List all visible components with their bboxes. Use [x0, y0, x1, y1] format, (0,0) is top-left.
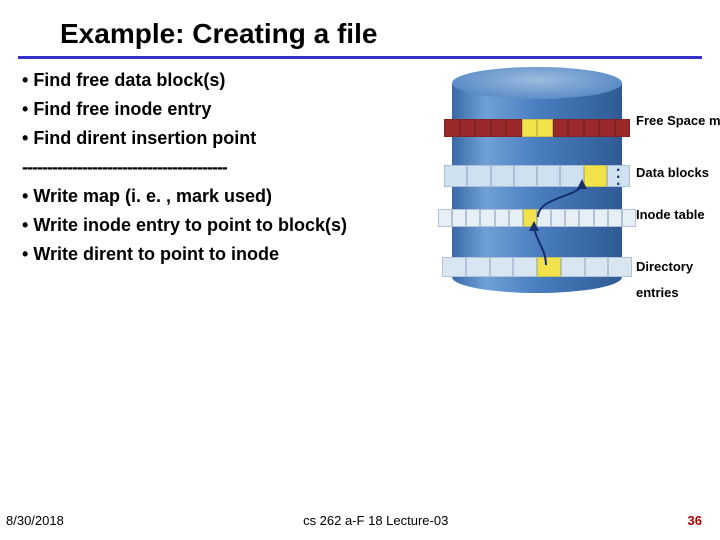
label-directory: Directory [636, 259, 693, 274]
bullet-item: Find free inode entry [22, 96, 452, 123]
bullet-item: Write map (i. e. , mark used) [22, 183, 452, 210]
divider: ----------------------------------------… [22, 154, 452, 181]
label-entries: entries [636, 285, 679, 300]
label-free-space-map: Free Space map [636, 113, 720, 128]
slide-content: Find free data block(s) Find free inode … [0, 59, 720, 327]
bullet-item: Write dirent to point to inode [22, 241, 452, 268]
footer-center: cs 262 a-F 18 Lecture-03 [303, 513, 448, 528]
free-space-map-row [444, 119, 630, 137]
ellipsis-icon: ... [616, 163, 620, 184]
bullet-item: Find free data block(s) [22, 67, 452, 94]
slide-header: Example: Creating a file [0, 0, 720, 50]
slide-footer: 8/30/2018 cs 262 a-F 18 Lecture-03 36 [0, 513, 720, 528]
disk-diagram: ... Free Space map Data blocks Inode tab… [452, 67, 706, 327]
label-inode-table: Inode table [636, 207, 705, 222]
arrow-dirent-to-inode [524, 221, 564, 269]
footer-date: 8/30/2018 [6, 513, 64, 528]
slide-title: Example: Creating a file [60, 18, 720, 50]
bullet-item: Find dirent insertion point [22, 125, 452, 152]
bullet-item: Write inode entry to point to block(s) [22, 212, 452, 239]
footer-page-number: 36 [688, 513, 702, 528]
bullet-list: Find free data block(s) Find free inode … [22, 67, 452, 327]
label-data-blocks: Data blocks [636, 165, 709, 180]
arrow-inode-to-block [530, 179, 590, 221]
cylinder-top [452, 67, 622, 99]
